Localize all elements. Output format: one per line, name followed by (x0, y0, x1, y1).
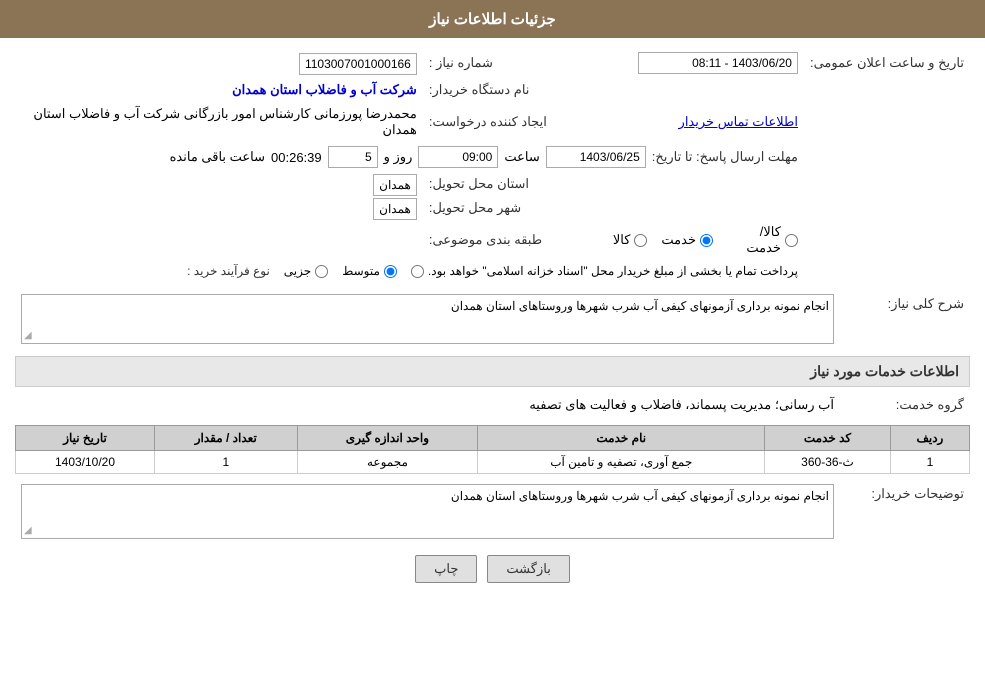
purchase-option-minor[interactable]: جزیی (284, 264, 328, 278)
purchase-radio-medium[interactable] (384, 265, 397, 278)
need-number-value: 1103007001000166 (299, 53, 417, 75)
deadline-time: 09:00 (418, 146, 498, 168)
back-button[interactable]: بازگشت (487, 555, 569, 583)
cell-unit: مجموعه (297, 451, 478, 474)
purchase-type-label: نوع فرآیند خرید : (187, 264, 270, 278)
announce-date-value: 1403/06/20 - 08:11 (638, 52, 798, 74)
category-label: طبقه بندی موضوعی: (423, 220, 567, 260)
service-group-label: گروه خدمت: (840, 393, 970, 417)
need-number-label: شماره نیاز : (423, 48, 567, 78)
buyer-notes-container: انجام نمونه برداری آزمونهای کیفی آب شرب … (21, 484, 834, 539)
requester-value: شرکت آب و فاضلاب استان همدان (232, 82, 417, 97)
cell-row: 1 (890, 451, 969, 474)
page-header: جزئیات اطلاعات نیاز (0, 0, 985, 38)
page-title: جزئیات اطلاعات نیاز (429, 11, 556, 28)
description-container: انجام نمونه برداری آزمونهای کیفی آب شرب … (21, 294, 834, 344)
announce-date-label: تاریخ و ساعت اعلان عمومی: (804, 48, 970, 78)
table-header-row: ردیف کد خدمت نام خدمت واحد اندازه گیری ت… (16, 426, 970, 451)
category-radio-goods-service[interactable] (785, 234, 798, 247)
table-row: توضیحات خریدار: انجام نمونه برداری آزمون… (15, 480, 970, 543)
description-label: شرح کلی نیاز: (840, 290, 970, 348)
resize-handle[interactable]: ◢ (24, 330, 32, 341)
main-content: تاریخ و ساعت اعلان عمومی: 1403/06/20 - 0… (0, 38, 985, 605)
print-button[interactable]: چاپ (415, 555, 477, 583)
province-value: همدان (373, 174, 417, 196)
services-table-body: 1ث-36-360جمع آوری، تصفیه و تامین آبمجموع… (16, 451, 970, 474)
buttons-row: بازگشت چاپ (15, 555, 970, 583)
services-section-title: اطلاعات خدمات مورد نیاز (15, 356, 970, 387)
col-unit: واحد اندازه گیری (297, 426, 478, 451)
table-row: استان محل تحویل: همدان (15, 172, 970, 196)
cell-count: 1 (155, 451, 298, 474)
deadline-time-label: ساعت (504, 149, 539, 165)
category-radio-service[interactable] (700, 234, 713, 247)
services-table-header: ردیف کد خدمت نام خدمت واحد اندازه گیری ت… (16, 426, 970, 451)
services-table: ردیف کد خدمت نام خدمت واحد اندازه گیری ت… (15, 425, 970, 474)
deadline-days-label: روز و (384, 149, 413, 165)
page-wrapper: جزئیات اطلاعات نیاز تاریخ و ساعت اعلان ع… (0, 0, 985, 691)
province-label: استان محل تحویل: (423, 172, 567, 196)
deadline-date: 1403/06/25 (546, 146, 646, 168)
table-row: پرداخت تمام یا بخشی از مبلغ خریدار محل "… (15, 260, 970, 282)
info-table: تاریخ و ساعت اعلان عمومی: 1403/06/20 - 0… (15, 48, 970, 282)
description-value: انجام نمونه برداری آزمونهای کیفی آب شرب … (26, 299, 829, 313)
description-section: شرح کلی نیاز: انجام نمونه برداری آزمونها… (15, 290, 970, 348)
table-row: اطلاعات تماس خریدار ایجاد کننده درخواست:… (15, 102, 970, 142)
category-option-service[interactable]: خدمت (661, 232, 713, 248)
buyer-notes-section: توضیحات خریدار: انجام نمونه برداری آزمون… (15, 480, 970, 543)
service-group-value: آب رسانی؛ مدیریت پسماند، فاضلاب و فعالیت… (529, 397, 834, 412)
buyer-notes-label: توضیحات خریدار: (840, 480, 970, 543)
cell-name: جمع آوری، تصفیه و تامین آب (478, 451, 765, 474)
category-radio-group: کالا/خدمت خدمت کالا (613, 224, 798, 256)
col-date: تاریخ نیاز (16, 426, 155, 451)
buyer-notes-value: انجام نمونه برداری آزمونهای کیفی آب شرب … (26, 489, 829, 503)
table-row: شرح کلی نیاز: انجام نمونه برداری آزمونها… (15, 290, 970, 348)
creator-link[interactable]: اطلاعات تماس خریدار (679, 114, 798, 129)
deadline-label: مهلت ارسال پاسخ: تا تاریخ: (652, 149, 798, 165)
cell-date: 1403/10/20 (16, 451, 155, 474)
creator-person: محمدرضا پورزمانی کارشناس امور بازرگانی ش… (33, 106, 416, 137)
purchase-radio-islamic[interactable] (411, 265, 424, 278)
city-value: همدان (373, 198, 417, 220)
table-row: مهلت ارسال پاسخ: تا تاریخ: 1403/06/25 سا… (15, 142, 970, 172)
deadline-days: 5 (328, 146, 378, 168)
table-row: نام دستگاه خریدار: شرکت آب و فاضلاب استا… (15, 78, 970, 102)
resize-handle-2[interactable]: ◢ (24, 525, 32, 536)
category-option-goods-service[interactable]: کالا/خدمت (727, 224, 798, 256)
purchase-note: پرداخت تمام یا بخشی از مبلغ خریدار محل "… (411, 264, 798, 278)
purchase-option-medium[interactable]: متوسط (342, 264, 397, 278)
col-code: کد خدمت (765, 426, 891, 451)
service-group-table: گروه خدمت: آب رسانی؛ مدیریت پسماند، فاضل… (15, 393, 970, 417)
table-row: شهر محل تحویل: همدان (15, 196, 970, 220)
creator-label: ایجاد کننده درخواست: (423, 102, 567, 142)
purchase-radio-minor[interactable] (315, 265, 328, 278)
col-count: تعداد / مقدار (155, 426, 298, 451)
col-row: ردیف (890, 426, 969, 451)
col-name: نام خدمت (478, 426, 765, 451)
table-row: گروه خدمت: آب رسانی؛ مدیریت پسماند، فاضل… (15, 393, 970, 417)
table-row: 1ث-36-360جمع آوری، تصفیه و تامین آبمجموع… (16, 451, 970, 474)
category-option-goods[interactable]: کالا (613, 232, 648, 248)
city-label: شهر محل تحویل: (423, 196, 567, 220)
table-row: کالا/خدمت خدمت کالا طبقه بندی موضوعی: (15, 220, 970, 260)
requester-label: نام دستگاه خریدار: (423, 78, 567, 102)
category-radio-goods[interactable] (634, 234, 647, 247)
deadline-remaining: 00:26:39 (271, 150, 322, 165)
purchase-type-group: پرداخت تمام یا بخشی از مبلغ خریدار محل "… (21, 264, 798, 278)
cell-code: ث-36-360 (765, 451, 891, 474)
deadline-remaining-label: ساعت باقی مانده (170, 149, 265, 165)
table-row: تاریخ و ساعت اعلان عمومی: 1403/06/20 - 0… (15, 48, 970, 78)
